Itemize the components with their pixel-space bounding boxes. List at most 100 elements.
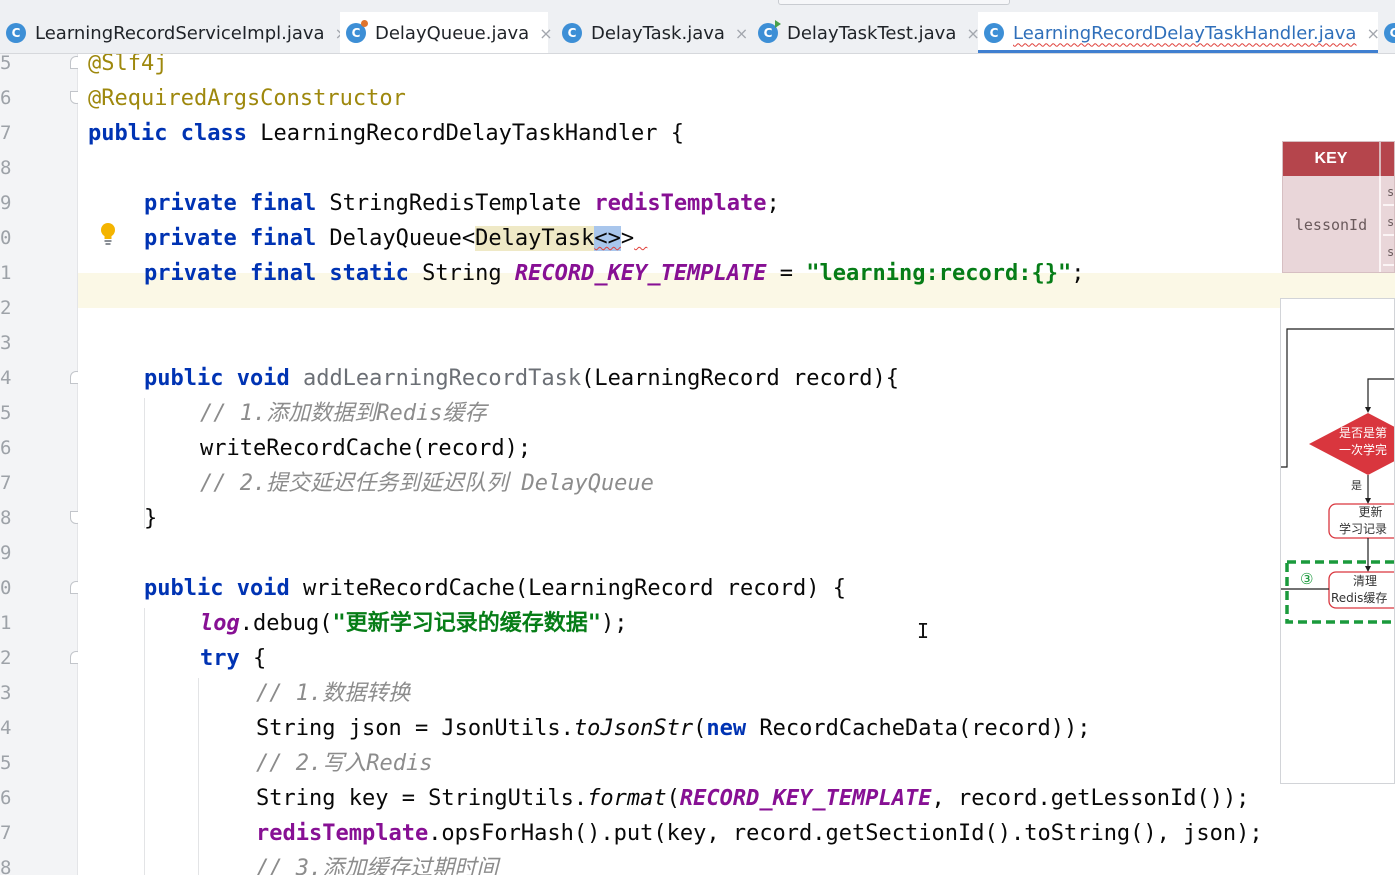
statement: , record.getLessonId());	[931, 786, 1250, 811]
closing-brace: }	[144, 506, 158, 531]
keyword: private final	[144, 191, 317, 216]
redis-key-table-image: KEY lessonId s s s	[1282, 141, 1395, 273]
box-line: 学习记录	[1339, 522, 1388, 536]
decision-line: 一次学完	[1339, 443, 1388, 457]
punctuation: ;	[1071, 261, 1085, 286]
code-line: redisTemplate.opsForHash().put(key, reco…	[256, 816, 1263, 851]
tab-label: DelayQueue.java	[375, 22, 530, 44]
statement: RecordCacheData(record));	[746, 716, 1091, 741]
box-line: 清理	[1353, 574, 1378, 588]
tab-delay-task-test[interactable]: C DelayTaskTest.java ×	[752, 12, 980, 53]
code-editor[interactable]: @Slf4j @RequiredArgsConstructor public c…	[78, 54, 1395, 875]
table-cell-field: s	[1383, 238, 1394, 266]
lightbulb-icon[interactable]	[99, 222, 117, 246]
comment: // 2.提交延迟任务到延迟队列 DelayQueue	[200, 471, 654, 496]
line-number: 4	[0, 367, 12, 389]
close-icon[interactable]: ×	[735, 24, 748, 43]
line-number: 6	[0, 87, 12, 109]
code-line: public class LearningRecordDelayTaskHand…	[88, 116, 684, 151]
flowchart-image: 是否是第 一次学完 是 更新 学习记录 ③ 清理 Redis缓存	[1280, 298, 1395, 784]
code-line: private final static String RECORD_KEY_T…	[144, 256, 1084, 291]
error-marker	[634, 226, 647, 251]
statement: writeRecordCache(record);	[200, 436, 532, 461]
line-number: 4	[0, 717, 12, 739]
line-number: 5	[0, 752, 12, 774]
tab-delay-task[interactable]: C DelayTask.java ×	[556, 12, 748, 53]
log-variable: log	[200, 611, 240, 636]
tab-label: LearningRecordDelayTaskHandler.java	[1013, 22, 1357, 44]
keyword: public void	[144, 576, 290, 601]
tab-label: DelayTaskTest.java	[787, 22, 957, 44]
code-line: private final StringRedisTemplate redisT…	[144, 186, 780, 221]
type-name: DelayQueue<	[316, 226, 476, 251]
line-number-gutter[interactable]: 5 6 7 8 9 0 1 2 3 4 5 6 7 8 9 0 1 2 3 4 …	[0, 52, 83, 875]
tab-learning-record-service-impl[interactable]: C LearningRecordServiceImpl.java ×	[0, 12, 348, 53]
code-line: // 1.添加数据到Redis缓存	[200, 396, 486, 431]
comment: // 2.写入Redis	[256, 751, 433, 776]
punctuation: ;	[766, 191, 780, 216]
string-literal: "更新学习记录的缓存数据"	[332, 611, 601, 636]
method-signature: writeRecordCache(LearningRecord record) …	[289, 576, 846, 601]
line-number: 8	[0, 857, 12, 875]
code-line: log.debug("更新学习记录的缓存数据");	[200, 606, 627, 641]
box-line: 更新	[1358, 505, 1383, 519]
operator: =	[766, 261, 807, 286]
line-number: 3	[0, 682, 12, 704]
class-icon: C	[562, 23, 582, 43]
tab-overflow[interactable]: C	[1378, 12, 1395, 53]
code-line: // 2.写入Redis	[256, 746, 432, 781]
class-icon: C	[346, 20, 368, 43]
line-number: 7	[0, 472, 12, 494]
line-number: 7	[0, 122, 12, 144]
code-line: // 3.添加缓存过期时间	[256, 851, 498, 875]
text-selection[interactable]: <>	[594, 226, 621, 251]
indent-guide	[198, 678, 199, 875]
code-line: public void writeRecordCache(LearningRec…	[144, 571, 846, 606]
class-icon: C	[984, 23, 1004, 43]
code-line[interactable]: private final DelayQueue<DelayTask<>>	[144, 221, 647, 256]
code-line: // 2.提交延迟任务到延迟队列 DelayQueue	[200, 466, 654, 501]
constant-name: RECORD_KEY_TEMPLATE	[514, 261, 767, 286]
static-method: format	[587, 786, 667, 811]
decision-label: 是否是第 一次学完	[1339, 425, 1387, 459]
comment: // 1.数据转换	[256, 681, 411, 706]
comment: // 1.添加数据到Redis缓存	[200, 401, 487, 426]
code-line: public void addLearningRecordTask(Learni…	[144, 361, 899, 396]
punctuation: );	[600, 611, 628, 636]
keyword: private final static	[144, 261, 409, 286]
code-line: }	[144, 501, 157, 536]
statement: .opsForHash().put(key, record.getSection…	[428, 821, 1263, 846]
punctuation: >	[620, 226, 635, 251]
step-marker-label: ③	[1300, 570, 1314, 588]
class-declaration: LearningRecordDelayTaskHandler {	[246, 121, 685, 146]
box-line: Redis缓存	[1331, 591, 1388, 605]
tab-learning-record-delay-task-handler[interactable]: C LearningRecordDelayTaskHandler.java ×	[978, 12, 1380, 53]
line-number: 0	[0, 577, 12, 599]
method-call: .debug(	[239, 611, 333, 636]
line-number: 9	[0, 192, 12, 214]
flowchart-lines	[1281, 328, 1394, 624]
table-header: KEY	[1283, 142, 1394, 176]
line-number: 0	[0, 227, 12, 249]
code-line: @Slf4j	[88, 54, 167, 81]
tab-delay-queue[interactable]: C DelayQueue.java ×	[340, 12, 553, 53]
line-number: 8	[0, 507, 12, 529]
comment: // 3.添加缓存过期时间	[256, 856, 499, 875]
class-icon: C	[6, 23, 26, 43]
tab-label: DelayTask.java	[591, 22, 725, 44]
line-number: 5	[0, 402, 12, 424]
close-icon[interactable]: ×	[539, 24, 552, 43]
annotation: @RequiredArgsConstructor	[88, 86, 406, 111]
keyword: private final	[144, 226, 317, 251]
code-line: String json = JsonUtils.toJsonStr(new Re…	[256, 711, 1090, 746]
decision-line: 是否是第	[1339, 426, 1388, 440]
keyword: public class	[88, 121, 247, 146]
field-name: redisTemplate	[256, 821, 429, 846]
type-argument: DelayTask	[475, 226, 595, 251]
type-name: String	[408, 261, 515, 286]
line-number: 9	[0, 542, 12, 564]
statement: String json = JsonUtils.	[256, 716, 574, 741]
line-number: 8	[0, 157, 12, 179]
editor-tab-bar: C LearningRecordServiceImpl.java × C Del…	[0, 0, 1395, 54]
constant-name: RECORD_KEY_TEMPLATE	[679, 786, 932, 811]
